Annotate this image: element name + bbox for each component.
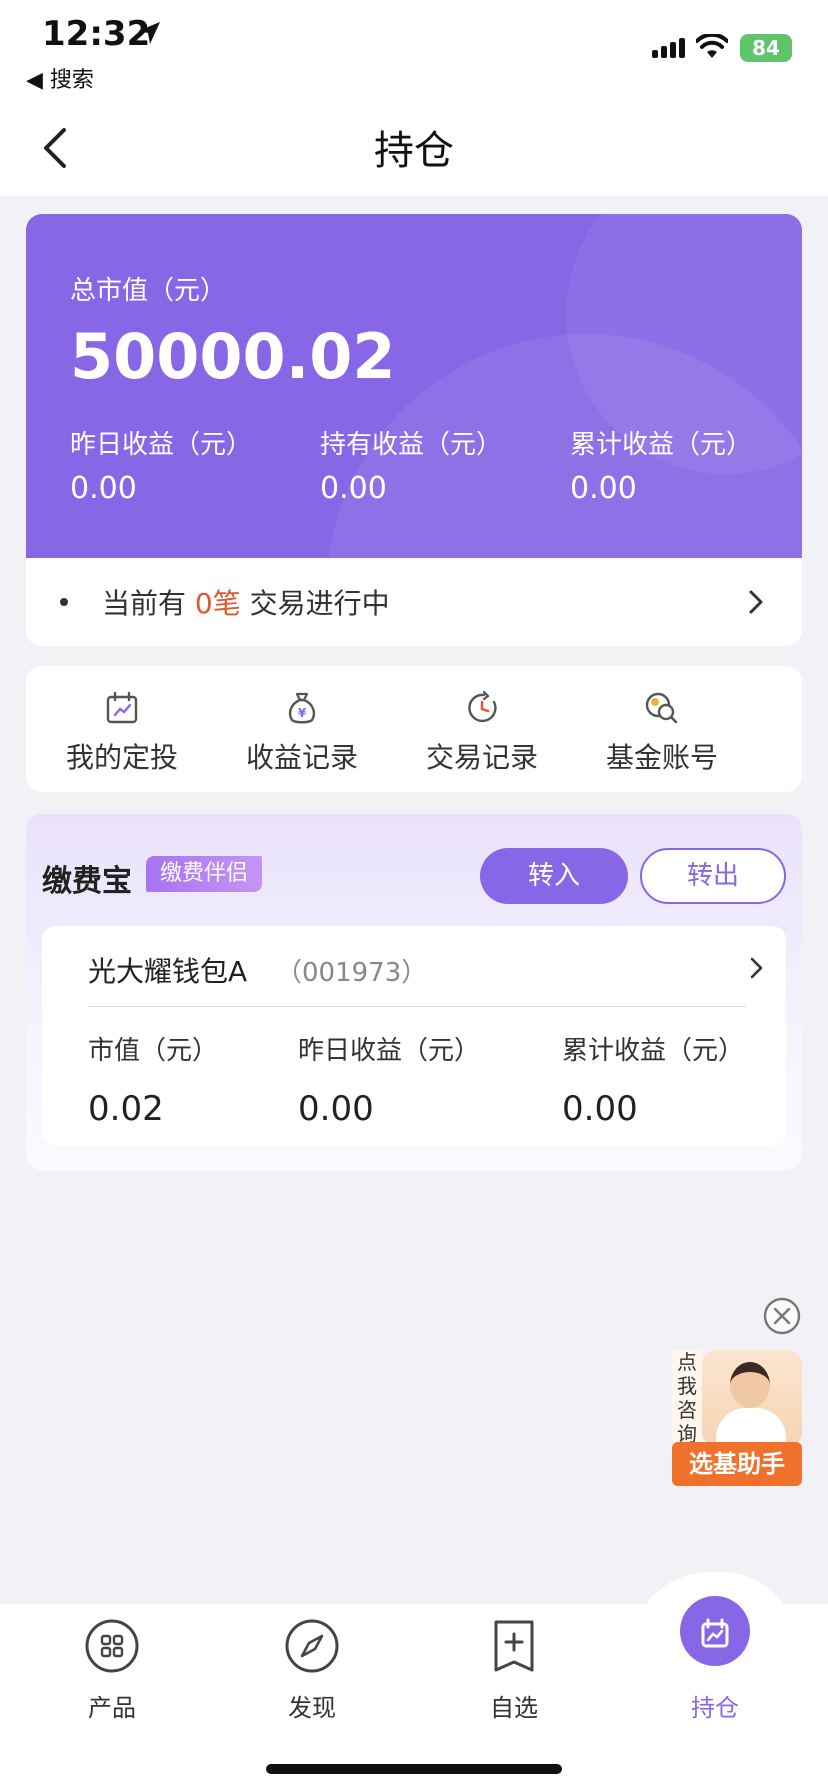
- fund-stat-value: 0.00: [562, 1089, 638, 1129]
- pending-prefix: 当前有: [102, 587, 187, 620]
- total-value: 50000.02: [70, 320, 396, 393]
- stat-label: 持有收益（元）: [320, 430, 503, 460]
- pending-text: 当前有 0笔 交易进行中: [102, 582, 390, 622]
- avatar-head: [730, 1362, 770, 1408]
- my-fixed-investment-button[interactable]: 我的定投: [42, 690, 202, 776]
- add-bookmark-icon: [494, 1620, 534, 1672]
- money-bag-icon: ¥: [288, 692, 316, 724]
- close-icon[interactable]: [762, 1296, 802, 1336]
- holding-earnings: 持有收益（元） 0.00: [320, 424, 502, 506]
- tab-label: 发现: [288, 1694, 336, 1722]
- bullet-dot: [60, 598, 68, 606]
- fund-stat-label: 昨日收益（元）: [298, 1036, 481, 1066]
- tab-label: 持仓: [691, 1694, 739, 1722]
- cellular-signal-icon: [652, 38, 685, 58]
- tab-holdings[interactable]: 持仓: [655, 1618, 775, 1723]
- assistant-avatar: [702, 1350, 802, 1446]
- holdings-icon: [701, 1618, 729, 1648]
- tab-label: 自选: [490, 1694, 538, 1722]
- quick-action-label: 我的定投: [65, 741, 178, 774]
- chevron-right-icon: [749, 590, 763, 614]
- consult-prompt: 点我咨询: [672, 1350, 702, 1446]
- tab-label: 产品: [88, 1694, 136, 1722]
- pending-transactions-row[interactable]: 当前有 0笔 交易进行中: [26, 558, 802, 646]
- cumulative-earnings: 累计收益（元） 0.00: [570, 424, 752, 506]
- fund-stat-label: 市值（元）: [88, 1036, 219, 1066]
- fund-name: 光大耀钱包A: [88, 955, 248, 988]
- fund-stat-label: 累计收益（元）: [562, 1036, 745, 1066]
- transfer-out-button[interactable]: 转出: [640, 848, 786, 904]
- asset-summary-panel: 总市值（元） 50000.02 昨日收益（元） 0.00 持有收益（元） 0.0…: [26, 214, 802, 558]
- wifi-icon: [696, 34, 728, 58]
- status-bar: 12:32 ◀ 搜索 84: [0, 0, 828, 100]
- location-arrow-icon: [138, 22, 160, 44]
- stat-label: 累计收益（元）: [570, 430, 753, 460]
- stat-label: 昨日收益（元）: [70, 430, 253, 460]
- pending-count: 0笔: [194, 587, 241, 620]
- tab-watchlist[interactable]: 自选: [454, 1618, 574, 1723]
- compass-icon: [285, 1619, 339, 1673]
- quick-action-label: 基金账号: [605, 741, 718, 774]
- yesterday-earnings: 昨日收益（元） 0.00: [70, 424, 252, 506]
- jiaofeibao-section: 缴费宝 缴费伴侣 转入 转出 光大耀钱包A （001973） 市值（元） 0.0…: [26, 814, 802, 1170]
- fund-yesterday-earnings: 昨日收益（元） 0.00: [298, 1030, 480, 1129]
- transaction-record-button[interactable]: 交易记录: [402, 690, 562, 776]
- chevron-right-icon: [750, 957, 763, 979]
- tab-discover[interactable]: 发现: [252, 1618, 372, 1723]
- fund-card[interactable]: 光大耀钱包A （001973） 市值（元） 0.02 昨日收益（元） 0.00 …: [42, 926, 786, 1146]
- page-title: 持仓: [374, 128, 454, 174]
- asset-summary-card: 总市值（元） 50000.02 昨日收益（元） 0.00 持有收益（元） 0.0…: [26, 214, 802, 646]
- section-title: 缴费宝: [42, 864, 132, 899]
- transfer-in-button[interactable]: 转入: [480, 848, 628, 904]
- avatar-body: [716, 1408, 786, 1446]
- battery-indicator: 84: [740, 34, 792, 62]
- stat-value: 0.00: [320, 471, 387, 506]
- svg-text:¥: ¥: [298, 706, 307, 720]
- divider: [88, 1006, 746, 1007]
- earnings-record-button[interactable]: ¥ 收益记录: [222, 690, 382, 776]
- fund-market-value: 市值（元） 0.02: [88, 1030, 218, 1129]
- pending-suffix: 交易进行中: [249, 587, 390, 620]
- fund-account-button[interactable]: 基金账号: [582, 690, 742, 776]
- fund-code: （001973）: [276, 958, 428, 988]
- stat-value: 0.00: [570, 471, 637, 506]
- total-value-label: 总市值（元）: [70, 276, 227, 306]
- coin-search-icon: [645, 692, 678, 724]
- page-header: 持仓: [0, 100, 828, 196]
- clock-icon: [468, 690, 497, 723]
- section-tag: 缴费伴侣: [146, 856, 263, 892]
- grid-icon: [85, 1619, 139, 1673]
- fund-stat-value: 0.00: [298, 1089, 374, 1129]
- back-to-app-link[interactable]: ◀ 搜索: [26, 62, 94, 94]
- fund-stat-value: 0.02: [88, 1089, 164, 1129]
- stat-value: 0.00: [70, 471, 137, 506]
- fund-assistant-widget[interactable]: 点我咨询 选基助手: [672, 1350, 802, 1486]
- calendar-chart-icon: [106, 691, 138, 724]
- quick-action-label: 收益记录: [245, 741, 358, 774]
- status-time: 12:32: [42, 14, 151, 54]
- home-indicator: [266, 1764, 562, 1774]
- assistant-label: 选基助手: [672, 1442, 802, 1486]
- fund-cumulative-earnings: 累计收益（元） 0.00: [562, 1030, 744, 1129]
- tab-products[interactable]: 产品: [52, 1618, 172, 1723]
- quick-actions-card: 我的定投 ¥ 收益记录 交易记录 基金账号: [26, 666, 802, 792]
- quick-action-label: 交易记录: [425, 741, 538, 774]
